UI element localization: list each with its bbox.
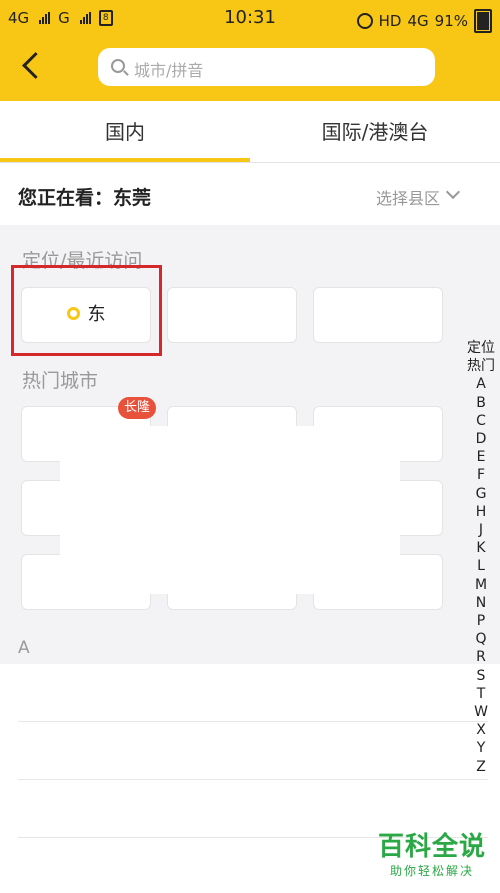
alpha-section-header: A [0,632,500,664]
net-4g-label: 4G [407,12,429,30]
index-item[interactable]: E [462,448,500,466]
index-item[interactable]: D [462,430,500,448]
status-bar: 4G G 8 10:31 HD 4G 91% [0,0,500,36]
redaction-cover [60,426,400,594]
watermark-title: 百科全说 [377,832,486,862]
index-item[interactable]: G [462,485,500,503]
city-button-recent-1[interactable] [167,287,297,343]
active-tab-indicator [0,158,250,162]
index-item[interactable]: F [462,466,500,484]
alpha-letter: A [18,638,30,658]
search-input[interactable]: 城市/拼音 [98,48,435,86]
list-item[interactable] [18,722,488,780]
alarm-icon [356,13,373,29]
index-item[interactable]: T [462,685,500,703]
index-item[interactable]: Q [462,630,500,648]
index-item[interactable]: C [462,412,500,430]
index-item[interactable]: K [462,539,500,557]
list-item[interactable] [18,780,488,838]
hot-badge: 长隆 [118,397,157,419]
index-item[interactable]: W [462,703,500,721]
select-district-button[interactable]: 选择县区 [376,185,440,209]
tab-domestic[interactable]: 国内 [0,101,250,163]
index-item[interactable]: B [462,394,500,412]
alphabet-index[interactable]: 定位 热门 A B C D E F G H J K L M N P Q R S … [462,339,500,776]
watermark-subtitle: 助你轻松解决 [389,864,474,878]
search-placeholder: 城市/拼音 [134,61,204,80]
watermark-logo: 百科全说 助你轻松解决 [378,832,486,879]
tab-international[interactable]: 国际/港澳台 [250,101,500,163]
index-item[interactable]: 定位 [462,339,500,357]
hd-label: HD [378,12,402,30]
index-item[interactable]: Y [462,739,500,757]
index-item[interactable]: A [462,375,500,393]
back-arrow-icon[interactable] [16,50,48,84]
index-item[interactable]: P [462,612,500,630]
list-item[interactable] [18,664,488,722]
search-icon [111,59,125,73]
tab-bar: 国内 国际/港澳台 [0,101,500,163]
hot-section-title: 热门城市 [22,370,99,392]
current-city-bar: 您正在看：东莞 选择县区 [0,163,500,225]
index-item[interactable]: J [462,521,500,539]
battery-icon [474,9,492,33]
index-item[interactable]: X [462,721,500,739]
index-item[interactable]: Z [462,758,500,776]
index-item[interactable]: S [462,667,500,685]
index-item[interactable]: L [462,557,500,575]
chevron-down-icon[interactable] [445,184,461,200]
index-item[interactable]: N [462,594,500,612]
highlight-box [11,265,162,356]
index-item[interactable]: 热门 [462,357,500,375]
index-item[interactable]: R [462,648,500,666]
index-item[interactable]: H [462,503,500,521]
city-button-recent-2[interactable] [313,287,443,343]
battery-percent: 91% [434,12,468,30]
current-city-label: 您正在看：东莞 [18,187,152,209]
index-item[interactable]: M [462,576,500,594]
